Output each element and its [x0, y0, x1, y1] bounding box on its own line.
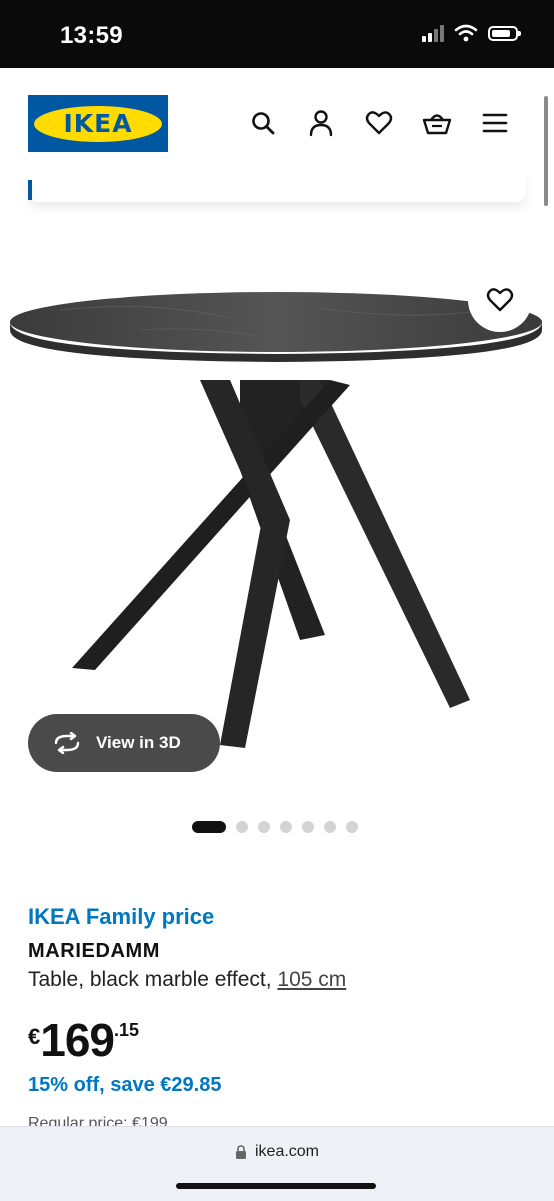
home-indicator[interactable]	[176, 1183, 376, 1189]
product-description: Table, black marble effect, 105 cm	[28, 968, 346, 992]
view-in-3d-label: View in 3D	[96, 733, 181, 752]
menu-icon[interactable]	[480, 108, 510, 138]
discount-text: 15% off, save €29.85	[28, 1074, 222, 1096]
heart-icon	[486, 288, 514, 312]
page-scrollbar[interactable]	[544, 96, 548, 206]
gallery-dot-active[interactable]	[192, 821, 226, 833]
product-favorite-button[interactable]	[468, 268, 532, 332]
gallery-dot[interactable]	[280, 821, 292, 833]
view-in-3d-button[interactable]: View in 3D	[28, 714, 220, 772]
signal-icon	[422, 24, 444, 42]
regular-price: Regular price: €199	[28, 1115, 168, 1126]
wifi-icon	[454, 24, 478, 42]
status-icons	[422, 24, 521, 42]
status-time: 13:59	[60, 22, 123, 49]
gallery-dot[interactable]	[346, 821, 358, 833]
url-row: ikea.com	[0, 1143, 554, 1161]
product-price: € 169 .15	[28, 1016, 139, 1064]
ikea-logo[interactable]: IKEA	[28, 95, 168, 152]
product-size-link[interactable]: 105 cm	[277, 968, 346, 991]
gallery-pagination	[192, 821, 358, 833]
basket-icon[interactable]	[422, 108, 452, 138]
price-currency: €	[28, 1024, 41, 1049]
gallery-dot[interactable]	[324, 821, 336, 833]
logo-text: IKEA	[63, 109, 133, 138]
product-name: MARIEDAMM	[28, 940, 161, 962]
browser-url-bar[interactable]: ikea.com	[0, 1126, 554, 1201]
gallery-dot[interactable]	[236, 821, 248, 833]
status-bar: 13:59	[0, 0, 554, 68]
lock-icon	[235, 1145, 246, 1159]
rotate-3d-icon	[52, 732, 84, 754]
user-icon[interactable]	[306, 108, 336, 138]
battery-icon	[488, 25, 521, 41]
search-card-accent	[28, 180, 32, 200]
header-icons	[248, 108, 510, 138]
family-price-label: IKEA Family price	[28, 904, 215, 929]
logo-oval: IKEA	[34, 105, 162, 142]
price-integer: 169	[40, 1014, 115, 1066]
sticky-search-card[interactable]	[28, 172, 526, 202]
site-header: IKEA	[0, 68, 554, 188]
price-decimal: .15	[114, 1020, 140, 1040]
search-icon[interactable]	[248, 108, 278, 138]
product-description-text: Table, black marble effect,	[28, 968, 278, 991]
gallery-dot[interactable]	[258, 821, 270, 833]
gallery-dot[interactable]	[302, 821, 314, 833]
url-text: ikea.com	[254, 1143, 320, 1160]
heart-icon[interactable]	[364, 108, 394, 138]
